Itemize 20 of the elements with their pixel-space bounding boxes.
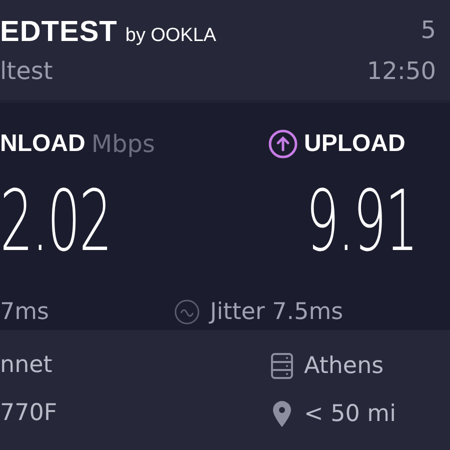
result-label: UPLOAD (304, 130, 406, 158)
server-icon (270, 352, 294, 380)
distance-text: < 50 mi (304, 401, 396, 427)
logo-text: EDTEST (0, 16, 118, 48)
stat-text: 7ms (0, 299, 50, 325)
location-pin-icon (270, 400, 294, 428)
subtitle: ltest (0, 56, 54, 84)
device-text: 770F (0, 400, 58, 428)
logo-byline: by OOKLA (125, 24, 216, 46)
jitter-icon (174, 299, 200, 325)
result-label: NLOAD (0, 130, 86, 158)
upload-icon (268, 129, 298, 159)
server-name: Athens (304, 353, 384, 379)
speed-value: 9.91 (306, 179, 417, 263)
test-time: 12:50 (366, 56, 436, 84)
speed-value: 2.02 (0, 179, 111, 263)
unit-label: Mbps (91, 130, 156, 158)
status-text: 5 (420, 16, 436, 46)
stat-text: Jitter 7.5ms (210, 299, 344, 325)
provider-text: nnet (0, 352, 54, 380)
